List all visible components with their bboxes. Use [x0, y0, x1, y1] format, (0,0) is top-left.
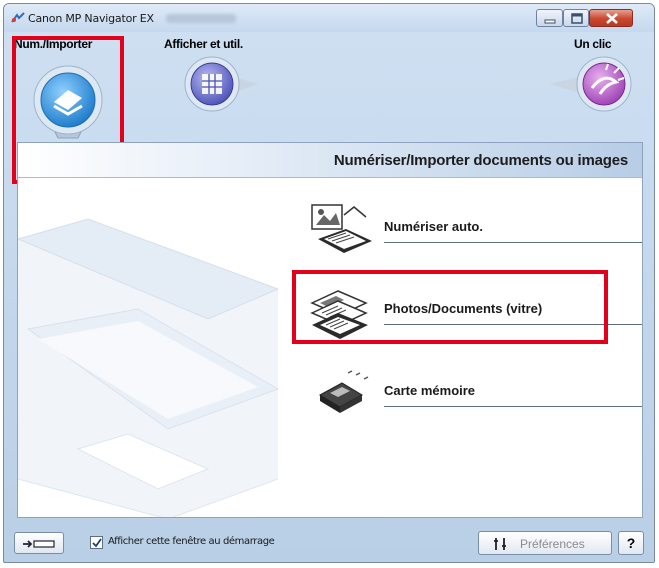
maximize-icon — [571, 13, 583, 24]
auto-scan-icon — [311, 204, 372, 253]
selected-action-highlight — [292, 270, 608, 344]
action-auto-scan[interactable]: Numériser auto. — [300, 201, 642, 261]
close-button[interactable] — [589, 9, 633, 27]
action-memory-card[interactable]: Carte mémoire — [300, 365, 642, 425]
content-header: Numériser/Importer documents ou images — [18, 143, 642, 178]
mode-label: Un clic — [574, 37, 612, 51]
mode-view-use[interactable]: Afficher et util. — [154, 32, 274, 140]
view-use-icon — [184, 56, 258, 112]
footer-bar: Afficher cette fenêtre au démarrage Préf… — [4, 526, 654, 562]
memory-card-icon — [318, 370, 369, 413]
divider — [384, 406, 642, 407]
title-bar[interactable]: Canon MP Navigator EX — [4, 4, 654, 32]
switch-window-icon — [23, 540, 55, 548]
mode-label: Afficher et util. — [164, 37, 243, 51]
preferences-icon — [494, 538, 506, 550]
window-title: Canon MP Navigator EX — [28, 12, 154, 25]
one-click-icon — [550, 56, 632, 112]
switch-mode-button[interactable] — [14, 532, 64, 554]
content-title: Numériser/Importer documents ou images — [333, 152, 628, 169]
show-on-startup-checkbox[interactable] — [90, 536, 103, 549]
preferences-button[interactable]: Préférences — [478, 531, 612, 555]
close-icon — [606, 13, 618, 24]
scanner-illustration-icon — [18, 218, 278, 517]
divider — [384, 242, 642, 243]
checkmark-icon — [92, 538, 102, 548]
minimize-button[interactable] — [536, 9, 563, 27]
action-label: Numériser auto. — [384, 219, 483, 234]
action-label: Carte mémoire — [384, 383, 476, 398]
app-logo-icon — [11, 12, 25, 23]
main-window: Canon MP Navigator EX Num./Importer Affi… — [3, 3, 655, 563]
show-on-startup-label: Afficher cette fenêtre au démarrage — [108, 536, 275, 547]
mode-one-click[interactable]: Un clic — [544, 32, 644, 140]
help-button[interactable]: ? — [618, 531, 644, 555]
title-redacted — [166, 14, 236, 23]
preferences-label: Préférences — [520, 537, 585, 551]
minimize-icon — [544, 19, 556, 24]
maximize-button[interactable] — [563, 9, 589, 27]
